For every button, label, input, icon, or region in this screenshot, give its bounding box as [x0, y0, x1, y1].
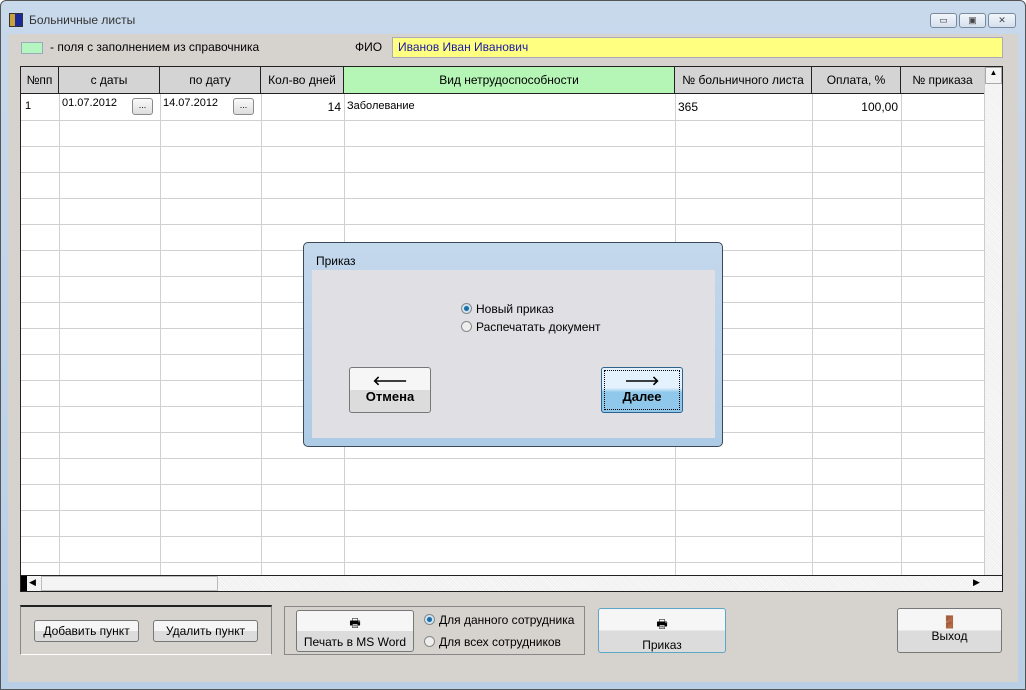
order-dialog: Приказ Новый приказ Распечатать документ…	[303, 242, 723, 447]
radio-all-employees[interactable]: Для всех сотрудников	[424, 635, 561, 649]
next-button[interactable]: 🡒 Далее	[601, 367, 683, 413]
column-header-payment[interactable]: Оплата, %	[812, 67, 901, 94]
dialog-body: Новый приказ Распечатать документ 🡐 Отме…	[312, 270, 715, 438]
print-word-button[interactable]: 🖶 Печать в MS Word	[296, 610, 414, 652]
cancel-label: Отмена	[365, 389, 415, 404]
fio-label: ФИО	[355, 40, 383, 54]
cell-to[interactable]: 14.07.2012	[163, 97, 218, 109]
column-header-from[interactable]: с даты	[59, 67, 160, 94]
radio-new-order[interactable]: Новый приказ	[461, 302, 554, 316]
scroll-left-arrow[interactable]: ◀	[29, 577, 36, 588]
title-bar: Больничные листы	[9, 9, 909, 31]
exit-button[interactable]: 🚪 Выход	[897, 608, 1002, 653]
legend-swatch	[21, 42, 43, 54]
from-date-picker-button[interactable]: ...	[132, 98, 153, 115]
printer-icon: 🖶	[656, 617, 668, 631]
horizontal-scrollbar[interactable]: ◀ ▶	[21, 575, 1002, 591]
cell-days[interactable]: 14	[261, 100, 341, 114]
radio-print-document[interactable]: Распечатать документ	[461, 320, 601, 334]
minimize-button[interactable]: ▭	[930, 13, 957, 28]
maximize-button[interactable]: ▣	[959, 13, 986, 28]
grid-row-line	[21, 146, 984, 147]
arrow-right-icon: 🡒	[624, 373, 660, 388]
column-header-to[interactable]: по дату	[160, 67, 261, 94]
grid-column-line	[901, 94, 902, 575]
order-button[interactable]: 🖶 Приказ	[598, 608, 726, 653]
to-date-picker-button[interactable]: ...	[233, 98, 254, 115]
row-indicator	[21, 576, 27, 591]
app-icon	[9, 13, 23, 27]
scroll-thumb[interactable]	[41, 576, 218, 591]
grid-row-line	[21, 562, 984, 563]
cell-type[interactable]: Заболевание	[347, 100, 415, 112]
column-header-order-no[interactable]: № приказа	[901, 67, 985, 94]
dialog-title: Приказ	[316, 254, 356, 268]
scroll-right-arrow[interactable]: ▶	[973, 577, 980, 588]
printer-icon: 🖶	[349, 616, 361, 630]
next-label: Далее	[622, 389, 662, 404]
cell-from[interactable]: 01.07.2012	[62, 97, 117, 109]
scroll-up-arrow[interactable]: ▲	[985, 67, 1002, 84]
radio-this-employee[interactable]: Для данного сотрудника	[424, 613, 574, 627]
grid-row-line	[21, 172, 984, 173]
radio-icon	[461, 303, 472, 314]
cell-sheet-no[interactable]: 365	[678, 100, 698, 114]
column-header-type[interactable]: Вид нетрудоспособности	[344, 67, 675, 94]
column-header-days[interactable]: Кол-во дней	[261, 67, 344, 94]
grid-row-line	[21, 510, 984, 511]
radio-icon	[424, 614, 435, 625]
print-word-label: Печать в MS Word	[303, 635, 407, 649]
grid-row-line	[21, 536, 984, 537]
window-title: Больничные листы	[29, 13, 136, 27]
exit-label: Выход	[931, 629, 968, 643]
grid-column-line	[59, 94, 60, 575]
add-item-button[interactable]: Добавить пункт	[34, 620, 139, 642]
radio-label: Распечатать документ	[476, 320, 601, 334]
exit-door-icon: 🚪	[942, 615, 957, 629]
grid-row-line	[21, 458, 984, 459]
order-label: Приказ	[642, 638, 682, 652]
grid-row-line	[21, 224, 984, 225]
delete-item-button[interactable]: Удалить пункт	[153, 620, 258, 642]
grid-row-line	[21, 198, 984, 199]
cell-num[interactable]: 1	[25, 100, 31, 112]
grid-row-line	[21, 484, 984, 485]
cell-payment[interactable]: 100,00	[812, 100, 898, 114]
radio-icon	[461, 321, 472, 332]
column-header-num[interactable]: №пп	[21, 67, 59, 94]
grid-column-line	[812, 94, 813, 575]
grid-column-line	[261, 94, 262, 575]
close-button[interactable]: ✕	[988, 13, 1016, 28]
radio-icon	[424, 636, 435, 647]
column-header-sheet-no[interactable]: № больничного листа	[675, 67, 812, 94]
legend-text: - поля с заполнением из справочника	[50, 40, 260, 54]
cancel-button[interactable]: 🡐 Отмена	[349, 367, 431, 413]
radio-label: Для данного сотрудника	[439, 613, 575, 627]
radio-label: Для всех сотрудников	[439, 635, 561, 649]
fio-field[interactable]: Иванов Иван Иванович	[392, 37, 1003, 58]
radio-label: Новый приказ	[476, 302, 554, 316]
vertical-scrollbar[interactable]: ▲	[984, 67, 1002, 575]
grid-row-line	[21, 120, 984, 121]
arrow-left-icon: 🡐	[372, 373, 408, 388]
grid-column-line	[160, 94, 161, 575]
